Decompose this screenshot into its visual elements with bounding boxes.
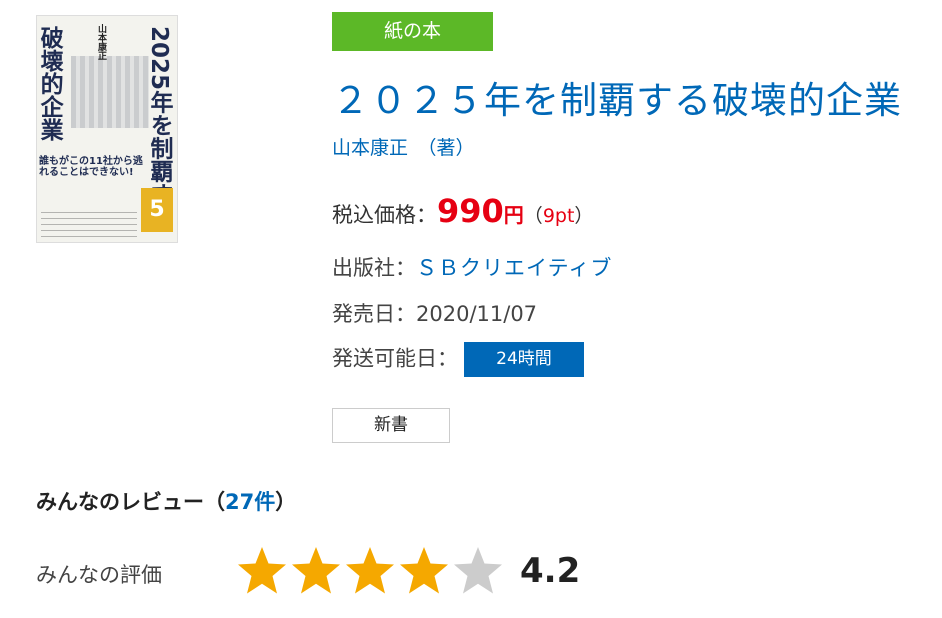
star-empty-icon [454,547,502,594]
star-filled-icon [292,547,340,594]
points-info: （9pt） [523,205,594,227]
author-link[interactable]: 山本康正 （著） [332,133,475,160]
price-label: 税込価格： [332,203,437,227]
reviews-heading: みんなのレビュー（27件） [36,490,297,514]
category-tag[interactable]: 新書 [332,408,450,443]
points-value: 9pt [542,205,575,227]
publisher-label: 出版社： [332,256,416,280]
star-filled-icon [346,547,394,594]
rating-label: みんなの評価 [36,563,162,587]
shipping-row: 発送可能日： 24時間 [332,342,584,377]
cover-skyline-art [71,56,149,128]
price-unit: 円 [503,203,524,227]
review-count-link[interactable]: 27件 [225,490,275,514]
release-row: 発売日：2020/11/07 [332,298,537,328]
book-cover-image[interactable]: 破壊的企業 山本康正 2025年を制覇する 誰もがこの11社から逃れることはでき… [36,15,178,243]
cover-blurb: 誰もがこの11社から逃れることはできない! [39,156,143,178]
star-filled-icon [238,547,286,594]
publisher-link[interactable]: ＳＢクリエイティブ [416,256,612,280]
cover-author: 山本康正 [96,24,106,60]
rating-score: 4.2 [520,551,581,591]
format-tag: 紙の本 [332,12,493,51]
shipping-badge: 24時間 [464,342,584,377]
release-label: 発売日： [332,302,416,326]
shipping-label: 発送可能日： [332,346,458,371]
cover-small-text [41,212,137,242]
price-value: 990 [437,192,504,230]
publisher-row: 出版社：ＳＢクリエイティブ [332,252,612,282]
cover-badge: 5 [141,188,173,232]
cover-title-line1: 破壊的企業 [36,26,63,141]
rating-stars [236,545,506,601]
price-row: 税込価格：990円（9pt） [332,192,593,230]
book-title: ２０２５年を制覇する破壊的企業 [332,79,902,122]
release-date: 2020/11/07 [416,302,538,326]
star-filled-icon [400,547,448,594]
